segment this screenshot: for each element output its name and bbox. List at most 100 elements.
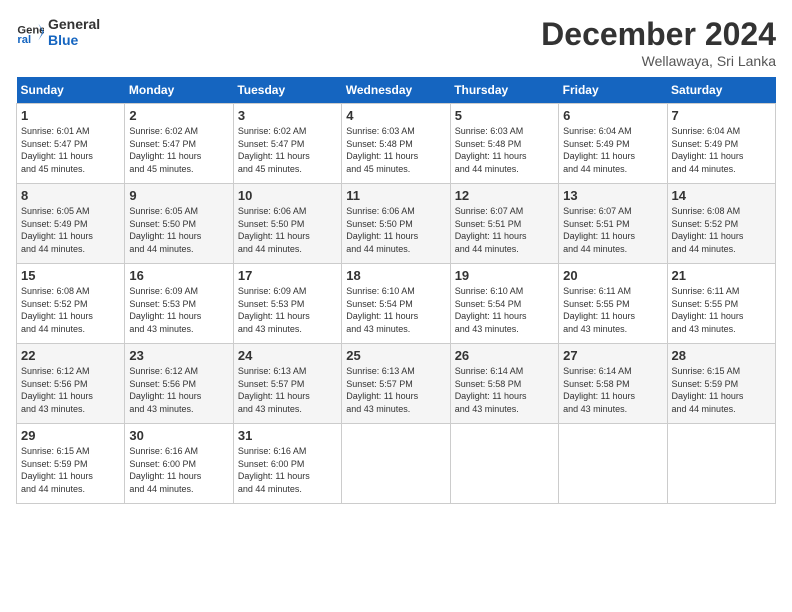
calendar-cell: 14Sunrise: 6:08 AM Sunset: 5:52 PM Dayli… [667,184,775,264]
calendar-cell: 24 Sunrise: 6:13 AM Sunset: 5:57 PM Dayli… [233,344,341,424]
calendar-cell: 15Sunrise: 6:08 AM Sunset: 5:52 PM Dayli… [17,264,125,344]
day-info: Sunrise: 6:06 AM Sunset: 5:50 PM Dayligh… [346,205,445,255]
calendar-cell [559,424,667,504]
day-number: 6 [563,108,662,123]
calendar-header-row: SundayMondayTuesdayWednesdayThursdayFrid… [17,77,776,104]
calendar-cell: 7 Sunrise: 6:04 AM Sunset: 5:49 PM Daylig… [667,104,775,184]
day-number: 21 [672,268,771,283]
day-number: 12 [455,188,554,203]
calendar-cell: 6Sunrise: 6:04 AM Sunset: 5:49 PM Daylig… [559,104,667,184]
day-info: Sunrise: 6:11 AM Sunset: 5:55 PM Dayligh… [563,285,662,335]
weekday-header-wednesday: Wednesday [342,77,450,104]
day-number: 16 [129,268,228,283]
calendar-cell: 13Sunrise: 6:07 AM Sunset: 5:51 PM Dayli… [559,184,667,264]
calendar-cell: 25 Sunrise: 6:13 AM Sunset: 5:57 PM Dayli… [342,344,450,424]
day-number: 17 [238,268,337,283]
title-block: December 2024 Wellawaya, Sri Lanka [541,16,776,69]
calendar-cell: 3Sunrise: 6:02 AM Sunset: 5:47 PM Daylig… [233,104,341,184]
day-number: 10 [238,188,337,203]
calendar-cell [450,424,558,504]
calendar-cell: 18 Sunrise: 6:10 AM Sunset: 5:54 PM Dayli… [342,264,450,344]
day-number: 1 [21,108,120,123]
calendar-cell: 23Sunrise: 6:12 AM Sunset: 5:56 PM Dayli… [125,344,233,424]
calendar-week-1: 1Sunrise: 6:01 AM Sunset: 5:47 PM Daylig… [17,104,776,184]
day-info: Sunrise: 6:09 AM Sunset: 5:53 PM Dayligh… [129,285,228,335]
day-number: 9 [129,188,228,203]
day-number: 15 [21,268,120,283]
day-number: 22 [21,348,120,363]
month-title: December 2024 [541,16,776,53]
day-info: Sunrise: 6:15 AM Sunset: 5:59 PM Dayligh… [21,445,120,495]
calendar-cell: 5 Sunrise: 6:03 AM Sunset: 5:48 PM Daylig… [450,104,558,184]
weekday-header-monday: Monday [125,77,233,104]
weekday-header-sunday: Sunday [17,77,125,104]
calendar-table: SundayMondayTuesdayWednesdayThursdayFrid… [16,77,776,504]
day-number: 4 [346,108,445,123]
day-number: 19 [455,268,554,283]
calendar-cell: 29 Sunrise: 6:15 AM Sunset: 5:59 PM Dayli… [17,424,125,504]
logo: Gene ral General Blue [16,16,100,48]
calendar-cell: 12 Sunrise: 6:07 AM Sunset: 5:51 PM Dayli… [450,184,558,264]
day-number: 29 [21,428,120,443]
day-info: Sunrise: 6:10 AM Sunset: 5:54 PM Dayligh… [346,285,445,335]
day-number: 20 [563,268,662,283]
calendar-cell: 19Sunrise: 6:10 AM Sunset: 5:54 PM Dayli… [450,264,558,344]
weekday-header-tuesday: Tuesday [233,77,341,104]
calendar-cell: 4 Sunrise: 6:03 AM Sunset: 5:48 PM Daylig… [342,104,450,184]
day-number: 27 [563,348,662,363]
day-info: Sunrise: 6:04 AM Sunset: 5:49 PM Dayligh… [672,125,771,175]
day-info: Sunrise: 6:15 AM Sunset: 5:59 PM Dayligh… [672,365,771,415]
day-number: 24 [238,348,337,363]
day-number: 3 [238,108,337,123]
calendar-cell: 26 Sunrise: 6:14 AM Sunset: 5:58 PM Dayli… [450,344,558,424]
calendar-week-5: 29 Sunrise: 6:15 AM Sunset: 5:59 PM Dayli… [17,424,776,504]
day-info: Sunrise: 6:06 AM Sunset: 5:50 PM Dayligh… [238,205,337,255]
calendar-week-4: 22 Sunrise: 6:12 AM Sunset: 5:56 PM Dayli… [17,344,776,424]
calendar-cell: 10 Sunrise: 6:06 AM Sunset: 5:50 PM Dayli… [233,184,341,264]
day-info: Sunrise: 6:14 AM Sunset: 5:58 PM Dayligh… [563,365,662,415]
day-info: Sunrise: 6:12 AM Sunset: 5:56 PM Dayligh… [129,365,228,415]
day-number: 7 [672,108,771,123]
calendar-cell: 20 Sunrise: 6:11 AM Sunset: 5:55 PM Dayli… [559,264,667,344]
calendar-cell: 21 Sunrise: 6:11 AM Sunset: 5:55 PM Dayli… [667,264,775,344]
day-number: 18 [346,268,445,283]
calendar-cell: 11 Sunrise: 6:06 AM Sunset: 5:50 PM Dayli… [342,184,450,264]
logo-line2: Blue [48,32,100,48]
day-number: 25 [346,348,445,363]
day-number: 26 [455,348,554,363]
location-title: Wellawaya, Sri Lanka [541,53,776,69]
weekday-header-saturday: Saturday [667,77,775,104]
logo-icon: Gene ral [16,18,44,46]
calendar-cell: 9Sunrise: 6:05 AM Sunset: 5:50 PM Daylig… [125,184,233,264]
day-info: Sunrise: 6:13 AM Sunset: 5:57 PM Dayligh… [238,365,337,415]
day-number: 28 [672,348,771,363]
day-number: 5 [455,108,554,123]
calendar-cell: 28 Sunrise: 6:15 AM Sunset: 5:59 PM Dayli… [667,344,775,424]
calendar-cell: 27 Sunrise: 6:14 AM Sunset: 5:58 PM Dayli… [559,344,667,424]
day-info: Sunrise: 6:13 AM Sunset: 5:57 PM Dayligh… [346,365,445,415]
calendar-week-3: 15Sunrise: 6:08 AM Sunset: 5:52 PM Dayli… [17,264,776,344]
day-info: Sunrise: 6:11 AM Sunset: 5:55 PM Dayligh… [672,285,771,335]
svg-text:ral: ral [17,34,31,46]
calendar-cell: 22 Sunrise: 6:12 AM Sunset: 5:56 PM Dayli… [17,344,125,424]
day-info: Sunrise: 6:07 AM Sunset: 5:51 PM Dayligh… [455,205,554,255]
day-number: 8 [21,188,120,203]
day-info: Sunrise: 6:03 AM Sunset: 5:48 PM Dayligh… [455,125,554,175]
calendar-cell: 30Sunrise: 6:16 AM Sunset: 6:00 PM Dayli… [125,424,233,504]
weekday-header-thursday: Thursday [450,77,558,104]
calendar-cell: 31Sunrise: 6:16 AM Sunset: 6:00 PM Dayli… [233,424,341,504]
day-number: 2 [129,108,228,123]
day-number: 11 [346,188,445,203]
day-info: Sunrise: 6:03 AM Sunset: 5:48 PM Dayligh… [346,125,445,175]
day-info: Sunrise: 6:12 AM Sunset: 5:56 PM Dayligh… [21,365,120,415]
day-number: 13 [563,188,662,203]
page-header: Gene ral General Blue December 2024 Well… [16,16,776,69]
calendar-cell: 16 Sunrise: 6:09 AM Sunset: 5:53 PM Dayli… [125,264,233,344]
calendar-cell: 1Sunrise: 6:01 AM Sunset: 5:47 PM Daylig… [17,104,125,184]
logo-line1: General [48,16,100,32]
day-info: Sunrise: 6:08 AM Sunset: 5:52 PM Dayligh… [672,205,771,255]
calendar-cell: 8Sunrise: 6:05 AM Sunset: 5:49 PM Daylig… [17,184,125,264]
day-info: Sunrise: 6:14 AM Sunset: 5:58 PM Dayligh… [455,365,554,415]
calendar-body: 1Sunrise: 6:01 AM Sunset: 5:47 PM Daylig… [17,104,776,504]
day-number: 30 [129,428,228,443]
